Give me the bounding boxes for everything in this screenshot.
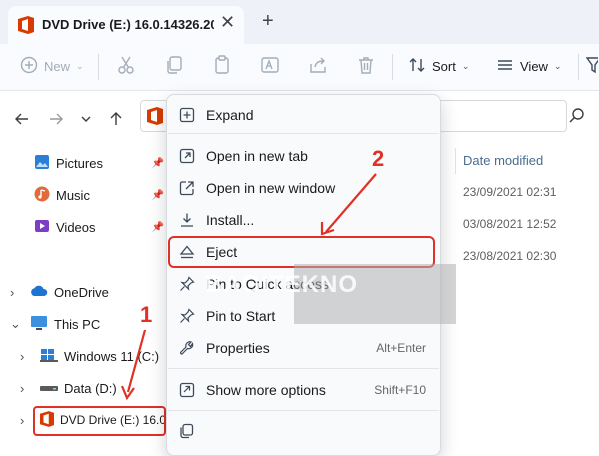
arrow-step-2 [320,173,377,236]
annotation-arrows [120,173,377,401]
arrow-step-1 [120,329,147,401]
